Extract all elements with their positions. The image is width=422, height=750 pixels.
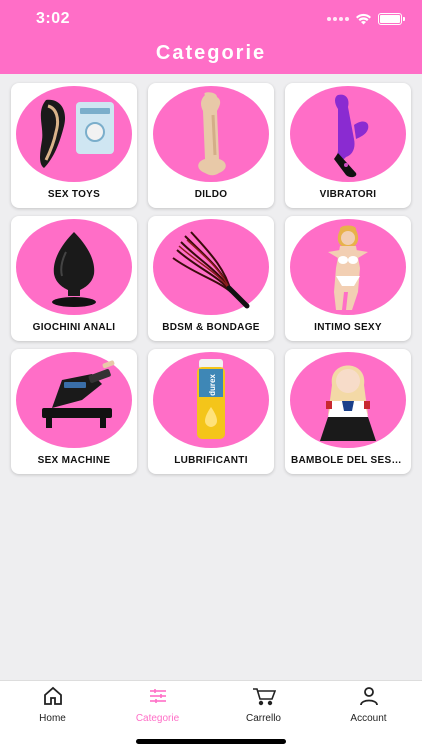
status-time: 3:02 bbox=[36, 10, 71, 27]
lube-bottle-icon: durex bbox=[197, 359, 225, 439]
category-card-giochini-anali[interactable]: GIOCHINI ANALI bbox=[11, 216, 137, 341]
tab-label: Carrello bbox=[245, 713, 281, 724]
category-label: SEX MACHINE bbox=[37, 455, 111, 466]
category-card-lubrificanti[interactable]: durex LUBRIFICANTI bbox=[148, 349, 274, 474]
whip-icon bbox=[172, 231, 250, 309]
signal-icon bbox=[327, 17, 349, 21]
battery-icon bbox=[378, 13, 405, 25]
header: 3:02 Categorie bbox=[0, 0, 422, 74]
cart-icon bbox=[252, 685, 276, 707]
category-card-dildo[interactable]: DILDO bbox=[148, 83, 274, 208]
category-image bbox=[290, 219, 406, 315]
category-image bbox=[153, 86, 269, 182]
category-card-vibratori[interactable]: VIBRATORI bbox=[285, 83, 411, 208]
category-label: VIBRATORI bbox=[319, 189, 377, 200]
wifi-icon bbox=[356, 13, 371, 25]
category-image bbox=[290, 352, 406, 448]
category-image bbox=[16, 352, 132, 448]
category-card-sex-toys[interactable]: SEX TOYS bbox=[11, 83, 137, 208]
category-label: BAMBOLE DEL SESSO bbox=[291, 455, 407, 466]
tab-account[interactable]: Account bbox=[316, 685, 421, 727]
lingerie-icon bbox=[328, 225, 368, 310]
tab-label: Categorie bbox=[135, 713, 180, 724]
tab-label: Account bbox=[350, 713, 387, 724]
vibrator-icon bbox=[334, 94, 369, 178]
category-grid: SEX TOYS DILDO VIBRATORI GIOCHINI ANALI … bbox=[11, 83, 411, 474]
status-icons bbox=[327, 13, 405, 25]
category-label: INTIMO SEXY bbox=[314, 322, 382, 333]
home-icon bbox=[43, 685, 63, 707]
dildo-icon bbox=[198, 92, 226, 176]
status-bar: 3:02 bbox=[0, 0, 422, 40]
tab-home[interactable]: Home bbox=[0, 685, 105, 727]
suction-toy-icon bbox=[40, 99, 114, 168]
category-image bbox=[153, 219, 269, 315]
category-image bbox=[290, 86, 406, 182]
doll-icon bbox=[320, 365, 376, 441]
category-card-bambole-del-sesso[interactable]: BAMBOLE DEL SESSO bbox=[285, 349, 411, 474]
category-card-bdsm-bondage[interactable]: BDSM & BONDAGE bbox=[148, 216, 274, 341]
machine-icon bbox=[42, 360, 115, 428]
category-label: GIOCHINI ANALI bbox=[32, 322, 116, 333]
category-label: LUBRIFICANTI bbox=[174, 455, 248, 466]
plug-icon bbox=[52, 232, 96, 307]
tab-label: Home bbox=[39, 713, 66, 724]
category-label: BDSM & BONDAGE bbox=[162, 322, 260, 333]
home-indicator bbox=[136, 739, 286, 744]
sliders-icon bbox=[148, 685, 168, 707]
category-label: DILDO bbox=[194, 189, 228, 200]
user-icon bbox=[359, 685, 379, 707]
page-title: Categorie bbox=[155, 42, 267, 64]
category-card-sex-machine[interactable]: SEX MACHINE bbox=[11, 349, 137, 474]
category-image bbox=[16, 219, 132, 315]
tab-carrello[interactable]: Carrello bbox=[211, 685, 316, 727]
category-label: SEX TOYS bbox=[47, 189, 101, 200]
tab-categorie[interactable]: Categorie bbox=[105, 685, 210, 727]
svg-text:durex: durex bbox=[208, 374, 217, 396]
category-image bbox=[16, 86, 132, 182]
category-card-intimo-sexy[interactable]: INTIMO SEXY bbox=[285, 216, 411, 341]
category-image: durex bbox=[153, 352, 269, 448]
